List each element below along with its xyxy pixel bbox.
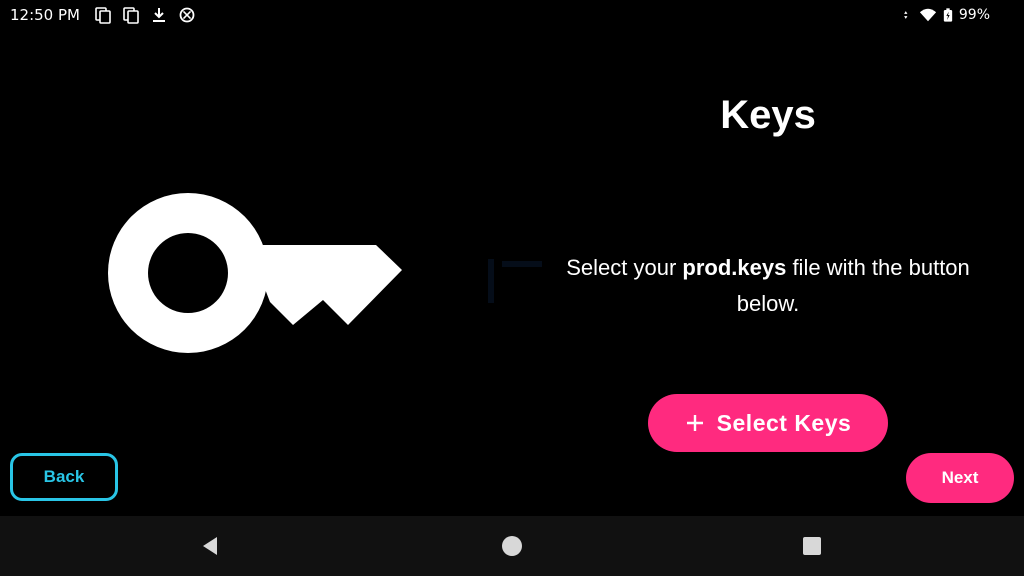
status-bar: 12:50 PM 99%: [0, 0, 1024, 30]
status-time: 12:50 PM: [10, 6, 80, 24]
description-prefix: Select your: [566, 255, 683, 280]
data-arrows-icon: [903, 11, 908, 19]
navigation-bar: [0, 516, 1024, 576]
nav-back-button[interactable]: [180, 516, 240, 576]
next-button[interactable]: Next: [906, 453, 1014, 503]
nav-home-button[interactable]: [482, 516, 542, 576]
status-right: 99%: [903, 0, 990, 30]
recents-square-icon: [803, 537, 821, 555]
plus-icon: [686, 415, 703, 431]
description-filename: prod.keys: [682, 255, 787, 280]
copy-icon: [95, 7, 111, 24]
description-text: Select your prod.keys file with the butt…: [538, 250, 998, 322]
background-mark: [488, 259, 542, 303]
key-icon: [108, 193, 402, 353]
back-button[interactable]: Back: [10, 453, 118, 501]
sync-icon: [179, 7, 195, 23]
status-left: 12:50 PM: [10, 0, 196, 30]
download-icon: [152, 8, 165, 22]
page-title: Keys: [720, 93, 816, 137]
wifi-icon: [919, 8, 936, 22]
select-keys-label: Select Keys: [716, 409, 852, 436]
select-keys-button[interactable]: Select Keys: [648, 394, 888, 452]
home-circle-icon: [502, 536, 522, 556]
battery-charging-icon: [943, 8, 953, 22]
screen: 12:50 PM 99% Keys Select your prod.keys …: [0, 0, 1024, 576]
back-triangle-icon: [203, 537, 217, 555]
copy-icon: [123, 7, 139, 24]
nav-recents-button[interactable]: [782, 516, 842, 576]
battery-percent: 99%: [958, 7, 990, 23]
